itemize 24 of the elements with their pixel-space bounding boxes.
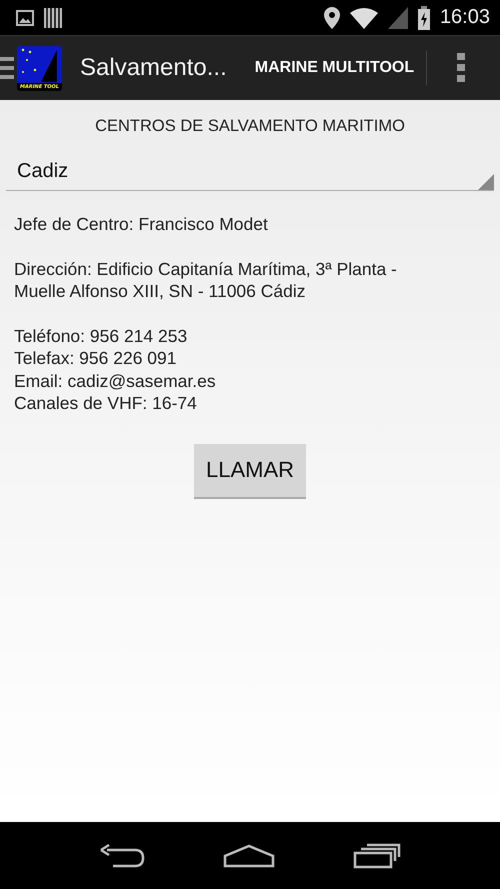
dropdown-corner-icon[interactable]: [478, 174, 494, 190]
location-icon: [324, 6, 340, 28]
screen-title: Salvamento...: [80, 54, 227, 82]
back-icon[interactable]: [99, 844, 145, 868]
section-heading: CENTROS DE SALVAMENTO MARITIMO: [94, 117, 406, 136]
detail-text: Jefe de Centro: Francisco Modet: [14, 213, 269, 236]
center-dropdown[interactable]: Cadiz: [6, 152, 494, 191]
home-icon[interactable]: [223, 844, 275, 868]
overflow-menu-icon[interactable]: [457, 53, 468, 83]
menu-icon[interactable]: [0, 56, 14, 80]
action-button[interactable]: MARINE MULTITOOL: [248, 55, 420, 81]
barcode-icon: [44, 8, 62, 28]
wifi-icon: [350, 6, 378, 28]
call-button[interactable]: LLAMAR: [194, 444, 306, 498]
signal-icon: [388, 6, 408, 28]
detail-text: Telefax: 956 226 091: [14, 347, 178, 370]
detail-text: Canales de VHF: 16-74: [14, 392, 198, 414]
clock: 16:03: [440, 6, 490, 29]
image-icon: [16, 10, 34, 26]
detail-text: Dirección: Edificio Capitanía Marítima, 3ª Planta - Muelle Alfonso XIII, SN - 11006 Cádiz: [14, 258, 398, 302]
detail-text: Email: cadiz@sasemar.es: [14, 370, 217, 392]
battery-icon: [418, 6, 430, 30]
recents-icon[interactable]: [353, 842, 401, 868]
detail-text: Teléfono: 956 214 253: [14, 324, 188, 347]
